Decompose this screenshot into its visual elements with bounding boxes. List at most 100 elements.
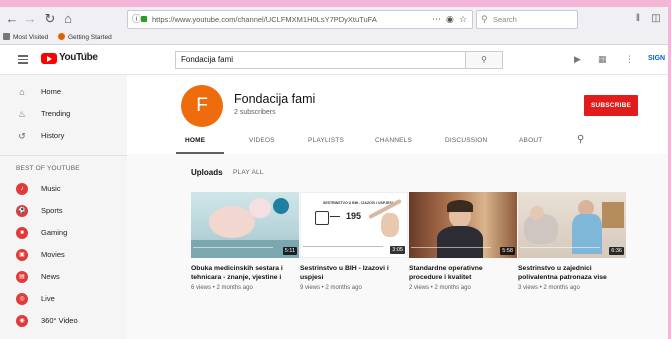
search-query: Fondacija fami xyxy=(181,55,234,64)
sidebar-section-title: BEST OF YOUTUBE xyxy=(16,165,80,172)
menu-icon[interactable] xyxy=(18,55,28,64)
news-icon: ▤ xyxy=(16,271,28,283)
video-title[interactable]: Obuka medicinskih sestara i tehnicara - … xyxy=(191,264,296,282)
sidebar-item-label: News xyxy=(41,272,60,281)
browser-search-placeholder: Search xyxy=(493,15,517,24)
live-icon: ◎ xyxy=(16,293,28,305)
sidebar-item-label: Gaming xyxy=(41,228,68,237)
video-thumbnail[interactable]: 5:58 xyxy=(409,192,517,258)
hand-shape xyxy=(381,213,399,237)
address-bar[interactable]: ⓘ https://www.youtube.com/channel/UCLFMX… xyxy=(127,10,473,29)
video-duration: 3:05 xyxy=(390,246,405,254)
subscriber-count: 2 subscribers xyxy=(234,109,276,116)
search-icon: ⚲ xyxy=(481,14,488,24)
music-icon: ♪ xyxy=(16,183,28,195)
info-icon[interactable]: ⓘ xyxy=(132,11,141,28)
channel-content: Uploads PLAY ALL 5:11 Obuka medicinskih … xyxy=(127,154,668,339)
bookmark-star-icon[interactable]: ☆ xyxy=(459,11,467,28)
forward-arrow-icon[interactable]: → xyxy=(22,10,38,28)
home-button-icon[interactable]: ⌂ xyxy=(60,10,76,28)
home-icon: ⌂ xyxy=(19,87,25,97)
tab-about[interactable]: ABOUT xyxy=(519,137,542,144)
url-text: https://www.youtube.com/channel/UCLFMXM1… xyxy=(152,15,377,24)
speaker-hair xyxy=(447,200,473,212)
video-meta: 6 views • 2 months ago xyxy=(191,285,253,291)
video-title[interactable]: Standardne operativne procedure i kvalit… xyxy=(409,264,514,282)
sidebar-item-gaming[interactable]: ■ Gaming xyxy=(0,222,127,244)
tab-videos[interactable]: VIDEOS xyxy=(249,137,275,144)
sidebar-item-label: History xyxy=(41,131,65,140)
youtube-search-input[interactable]: Fondacija fami xyxy=(175,51,466,69)
library-icon[interactable]: ‖ xyxy=(630,10,646,28)
cabinet-shape xyxy=(602,202,624,228)
sidebar-item-label: 360° Video xyxy=(41,316,78,325)
pocket-icon[interactable]: ◉ xyxy=(446,11,454,28)
sidebar-item-sports[interactable]: ⚽ Sports xyxy=(0,200,127,222)
video-duration: 5:11 xyxy=(282,247,297,255)
video-title[interactable]: Sestrinstvo u zajednici polivalentna pat… xyxy=(518,264,623,282)
sidebar-toggle-icon[interactable]: ◫ xyxy=(648,10,664,28)
progress-line xyxy=(303,246,383,247)
sidebar-item-news[interactable]: ▤ News xyxy=(0,266,127,288)
youtube-logo-text[interactable]: YouTube xyxy=(59,52,98,63)
bookmark-most-visited[interactable]: Most Visited xyxy=(3,31,48,44)
page-actions-icon[interactable]: ⋯ xyxy=(432,11,441,28)
apps-grid-icon[interactable]: ▦ xyxy=(598,53,607,65)
arrow-line xyxy=(330,216,340,217)
manikin-head xyxy=(249,198,271,218)
sidebar-divider xyxy=(0,155,127,156)
browser-toolbar: ← → ↻ ⌂ ⓘ https://www.youtube.com/channe… xyxy=(0,7,668,31)
settings-dots-icon[interactable]: ⋮ xyxy=(625,53,634,65)
progress-line xyxy=(520,247,600,248)
window-frame-top xyxy=(0,0,671,7)
back-arrow-icon[interactable]: ← xyxy=(4,10,20,28)
flame-icon: ♨ xyxy=(17,109,27,119)
patient-head xyxy=(530,206,544,220)
sidebar-item-live[interactable]: ◎ Live xyxy=(0,288,127,310)
video-thumbnail[interactable]: SESTRINSTVO U BIH - IZAZOVI I USPJESI 19… xyxy=(300,192,408,258)
whiteboard-number: 195 xyxy=(346,211,362,221)
channel-search-icon[interactable]: ⚲ xyxy=(577,134,584,145)
bookmark-getting-started[interactable]: Getting Started xyxy=(58,31,112,44)
youtube-header: YouTube BA Fondacija fami ⚲ ▶ ▦ ⋮ SIGN xyxy=(0,45,668,75)
lock-icon[interactable] xyxy=(141,16,147,22)
video-thumbnail[interactable]: 5:11 xyxy=(191,192,299,258)
sidebar-item-label: Home xyxy=(41,87,62,96)
nurse-uniform xyxy=(572,214,602,254)
sidebar-item-360-video[interactable]: ◉ 360° Video xyxy=(0,310,127,332)
video-duration: 6:36 xyxy=(609,247,624,255)
sidebar-item-history[interactable]: ↺ History xyxy=(0,125,127,147)
play-all-button[interactable]: PLAY ALL xyxy=(233,169,264,176)
sign-in-button[interactable]: SIGN xyxy=(648,53,665,65)
guide-sidebar: ⌂ Home ♨ Trending ↺ History BEST OF YOUT… xyxy=(0,75,127,339)
youtube-search-button[interactable]: ⚲ xyxy=(465,51,503,69)
tab-channels[interactable]: CHANNELS xyxy=(375,137,412,144)
progress-line xyxy=(411,247,491,248)
channel-avatar[interactable]: F xyxy=(181,85,223,127)
gear-icon xyxy=(3,33,10,40)
sports-icon: ⚽ xyxy=(16,205,28,217)
tab-playlists[interactable]: PLAYLISTS xyxy=(308,137,344,144)
video-thumbnail[interactable]: 6:36 xyxy=(518,192,626,258)
browser-search-bar[interactable]: ⚲ Search xyxy=(476,10,578,29)
sidebar-item-label: Sports xyxy=(41,206,63,215)
firefox-icon xyxy=(58,33,65,40)
sidebar-item-music[interactable]: ♪ Music xyxy=(0,178,127,200)
tab-discussion[interactable]: DISCUSSION xyxy=(445,137,487,144)
subscribe-button[interactable]: SUBSCRIBE xyxy=(584,95,638,116)
sidebar-item-movies[interactable]: ▣ Movies xyxy=(0,244,127,266)
channel-name: Fondacija fami xyxy=(234,92,316,106)
bookmarks-toolbar: Most Visited Getting Started xyxy=(0,31,668,45)
video-meta: 3 views • 2 months ago xyxy=(518,285,580,291)
sidebar-item-trending[interactable]: ♨ Trending xyxy=(0,103,127,125)
video-duration: 5:58 xyxy=(500,247,515,255)
whiteboard-heading: SESTRINSTVO U BIH - IZAZOVI I USPJESI xyxy=(323,201,393,205)
uploads-section-title[interactable]: Uploads xyxy=(191,168,223,177)
upload-video-icon[interactable]: ▶ xyxy=(574,53,581,65)
sidebar-item-home[interactable]: ⌂ Home xyxy=(0,81,127,103)
tab-home[interactable]: HOME xyxy=(185,137,205,144)
video-meta: 2 views • 2 months ago xyxy=(409,285,471,291)
history-icon: ↺ xyxy=(18,131,26,141)
reload-icon[interactable]: ↻ xyxy=(42,10,58,28)
video-title[interactable]: Sestrinstvo u BIH - Izazovi i uspjesi xyxy=(300,264,405,282)
